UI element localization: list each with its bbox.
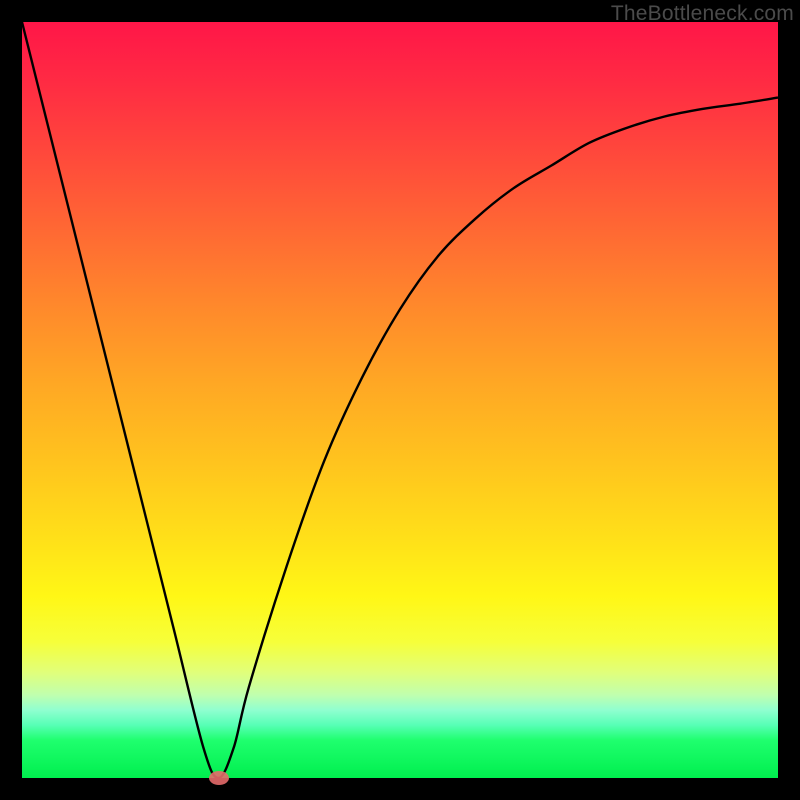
curve-path <box>22 22 778 778</box>
bottleneck-curve <box>22 22 778 778</box>
chart-frame <box>22 22 778 778</box>
watermark-text: TheBottleneck.com <box>611 2 794 26</box>
min-point-marker <box>209 771 229 785</box>
